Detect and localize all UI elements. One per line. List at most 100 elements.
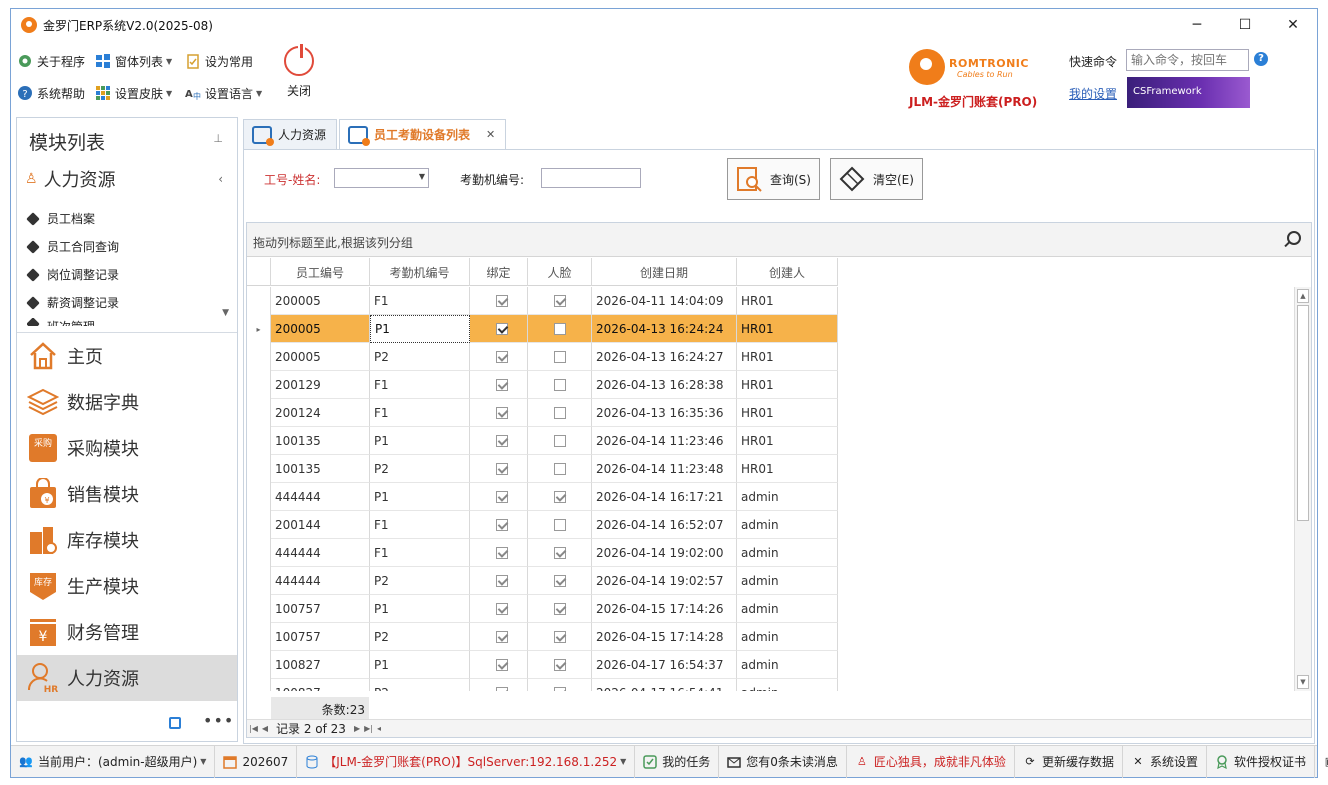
cell-bind[interactable] [470,679,528,691]
refresh-cache[interactable]: ⟳ 更新缓存数据 [1015,745,1123,778]
bind-checkbox[interactable] [496,602,508,615]
cell-face[interactable] [528,483,592,511]
vertical-scrollbar[interactable]: ▲ ▼ [1294,287,1311,691]
nav-purchase[interactable]: 采购 采购模块 [17,425,237,471]
cell-machine[interactable]: P2 [370,679,470,691]
cell-machine[interactable]: P2 [370,623,470,651]
bind-checkbox[interactable] [496,490,508,503]
language-button[interactable]: A中 设置语言 ▼ [185,83,262,103]
face-checkbox[interactable] [554,434,566,447]
cell-emp[interactable]: 100827 [271,679,370,691]
cell-creator[interactable]: HR01 [737,427,838,455]
cell-machine[interactable]: P2 [370,343,470,371]
table-row[interactable]: 200144 F1 2026-04-14 16:52:07 admin [247,511,838,539]
cell-face[interactable] [528,679,592,691]
face-checkbox[interactable] [554,630,566,643]
table-row[interactable]: 200124 F1 2026-04-13 16:35:36 HR01 [247,399,838,427]
face-checkbox[interactable] [554,322,566,335]
cell-date[interactable]: 2026-04-17 16:54:41 [592,679,737,691]
cell-date[interactable]: 2026-04-13 16:35:36 [592,399,737,427]
bind-checkbox[interactable] [496,574,508,587]
face-checkbox[interactable] [554,294,566,307]
license-certificate[interactable]: 软件授权证书 [1207,745,1315,778]
query-button[interactable]: 查询(S) [727,158,820,200]
system-settings[interactable]: ✕ 系统设置 [1123,745,1207,778]
cell-emp[interactable]: 200005 [271,343,370,371]
cell-creator[interactable]: admin [737,595,838,623]
bind-checkbox[interactable] [496,462,508,475]
cell-face[interactable] [528,399,592,427]
cell-machine[interactable]: P1 [370,595,470,623]
first-record-icon[interactable]: |◀ [249,724,258,733]
table-row[interactable]: 100135 P2 2026-04-14 11:23:48 HR01 [247,455,838,483]
sidebar-item-position-change[interactable]: 岗位调整记录 [26,266,119,283]
face-checkbox[interactable] [554,518,566,531]
cell-machine[interactable]: F1 [370,371,470,399]
cell-face[interactable] [528,455,592,483]
cell-emp[interactable]: 100757 [271,623,370,651]
cell-date[interactable]: 2026-04-14 16:52:07 [592,511,737,539]
last-record-icon[interactable]: ▶| [364,724,373,733]
scroll-down-icon[interactable]: ▼ [222,308,229,318]
cell-emp[interactable]: 100135 [271,427,370,455]
database-info[interactable]: 【JLM-金罗门账套(PRO)】SqlServer:192.168.1.252 ▼ [297,745,636,778]
cell-creator[interactable]: admin [737,567,838,595]
cell-bind[interactable] [470,651,528,679]
sidebar-item-salary-change[interactable]: 薪资调整记录 [26,294,119,311]
face-checkbox[interactable] [554,378,566,391]
face-checkbox[interactable] [554,658,566,671]
bind-checkbox[interactable] [496,546,508,559]
bind-checkbox[interactable] [496,406,508,419]
hr-group-header[interactable]: ♙ 人力资源 [25,166,116,192]
cell-machine[interactable]: P2 [370,455,470,483]
nav-production[interactable]: 库存 生产模块 [17,563,237,609]
clear-button[interactable]: 清空(E) [830,158,923,200]
cell-bind[interactable] [470,511,528,539]
cell-machine[interactable]: F1 [370,539,470,567]
cell-machine[interactable]: F1 [370,399,470,427]
column-header-machine[interactable]: 考勤机编号 [370,258,470,286]
close-button[interactable]: 关闭 [279,44,319,99]
cell-date[interactable]: 2026-04-17 16:54:37 [592,651,737,679]
cell-bind[interactable] [470,371,528,399]
bind-checkbox[interactable] [496,378,508,391]
column-header-date[interactable]: 创建日期 [592,258,737,286]
column-header-emp[interactable]: 员工编号 [271,258,370,286]
cell-face[interactable] [528,371,592,399]
cell-bind[interactable] [470,623,528,651]
my-settings-link[interactable]: 我的设置 [1069,85,1117,102]
face-checkbox[interactable] [554,602,566,615]
search-icon[interactable] [1287,231,1301,245]
tab-hr[interactable]: 人力资源 [243,119,338,149]
cell-face[interactable] [528,427,592,455]
quick-command-input[interactable] [1126,49,1249,71]
cell-creator[interactable]: admin [737,539,838,567]
help-button[interactable]: ? 系统帮助 [17,83,85,103]
cell-emp[interactable]: 200129 [271,371,370,399]
face-checkbox[interactable] [554,686,566,691]
face-checkbox[interactable] [554,574,566,587]
cell-machine[interactable]: P2 [370,567,470,595]
prev-record-icon[interactable]: ◀ [262,724,268,733]
scrollbar-thumb[interactable] [1297,305,1309,521]
face-checkbox[interactable] [554,490,566,503]
bind-checkbox[interactable] [496,434,508,447]
cell-emp[interactable]: 200005 [271,315,370,343]
table-row[interactable]: ▸ 200005 P1 2026-04-13 16:24:24 HR01 [247,315,838,343]
table-row[interactable]: 100757 P2 2026-04-15 17:14:28 admin [247,623,838,651]
sidebar-item-shift[interactable]: 班次管理 [27,318,95,326]
cell-date[interactable]: 2026-04-14 16:17:21 [592,483,737,511]
cell-date[interactable]: 2026-04-11 14:04:09 [592,287,737,315]
next-record-icon[interactable]: ▶ [354,724,360,733]
messages[interactable]: 您有0条未读消息 [719,745,847,778]
cell-emp[interactable]: 100827 [271,651,370,679]
sidebar-item-contract-query[interactable]: 员工合同查询 [26,238,119,255]
maximize-button[interactable]: ☐ [1221,9,1269,41]
cell-machine[interactable]: F1 [370,287,470,315]
cell-creator[interactable]: admin [737,651,838,679]
bind-checkbox[interactable] [496,658,508,671]
cell-bind[interactable] [470,567,528,595]
cell-date[interactable]: 2026-04-14 11:23:48 [592,455,737,483]
cell-creator[interactable]: admin [737,511,838,539]
bind-checkbox[interactable] [496,350,508,363]
